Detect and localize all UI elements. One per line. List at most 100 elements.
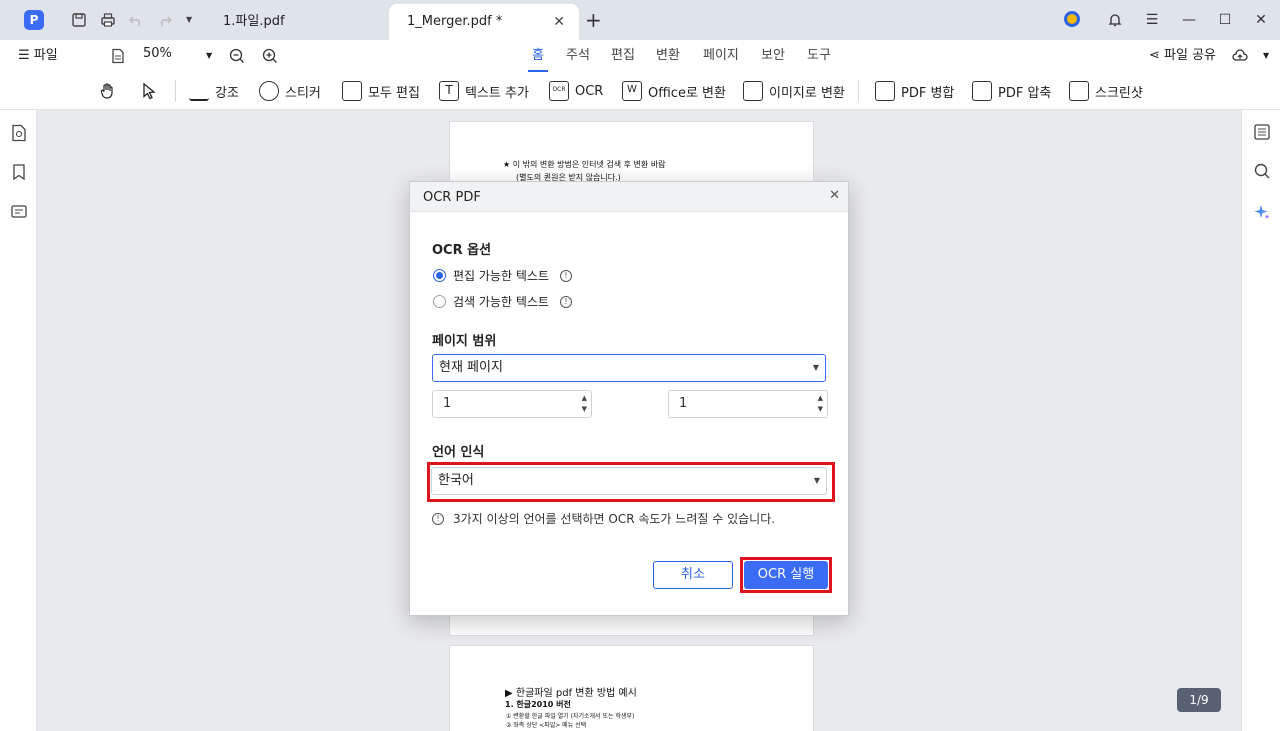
nav-tab-home[interactable]: 홈 (532, 46, 544, 66)
highlight-tool[interactable]: 강조 (189, 80, 239, 102)
dialog-close-icon[interactable]: ✕ (829, 188, 840, 203)
merge-pdf-tool[interactable]: PDF 병합 (875, 80, 954, 102)
bookmark-icon[interactable] (10, 163, 28, 181)
tab-file-1[interactable]: 1.파일.pdf (205, 4, 385, 40)
to-image-tool[interactable]: 이미지로 변환 (743, 80, 845, 102)
new-tab-icon[interactable]: + (585, 9, 602, 31)
radio-searchable[interactable] (433, 295, 446, 308)
share-icon: ⋖ (1149, 48, 1165, 63)
edit-all-tool[interactable]: 모두 편집 (342, 80, 420, 102)
cloud-dropdown-icon[interactable]: ▼ (1263, 46, 1269, 66)
select-cursor-icon[interactable] (140, 82, 158, 100)
language-title: 언어 인식 (432, 445, 485, 460)
nav-tab-page[interactable]: 페이지 (703, 46, 739, 66)
language-select[interactable]: 한국어 ▼ (431, 467, 827, 495)
compress-pdf-tool[interactable]: PDF 압축 (972, 80, 1051, 102)
app-logo[interactable]: P (24, 10, 44, 30)
text-icon: T (439, 81, 459, 101)
right-sidebar (1241, 110, 1280, 731)
zoom-dropdown-icon[interactable]: ▼ (206, 46, 212, 66)
minimize-icon[interactable]: — (1179, 10, 1199, 30)
info-icon[interactable]: ! (559, 269, 572, 282)
merge-icon (875, 81, 895, 101)
tool-label: PDF 병합 (901, 85, 955, 101)
stepper-arrows-icon[interactable]: ▲ ▼ (582, 393, 587, 415)
ocr-tool[interactable]: OCR OCR (549, 80, 603, 102)
properties-icon[interactable] (1253, 123, 1271, 141)
tool-label: 스티커 (285, 85, 321, 101)
tab-close-icon[interactable]: ✕ (553, 4, 565, 40)
hamburger-icon[interactable]: ☰ (1142, 10, 1162, 30)
close-icon[interactable]: ✕ (1251, 10, 1271, 30)
save-icon[interactable] (71, 12, 87, 28)
redo-icon[interactable] (157, 12, 173, 28)
tool-label: 스크린샷 (1095, 85, 1143, 101)
tool-bar: 강조 스티커 모두 편집 T 텍스트 추가 OCR OCR W Office로 변환 … (0, 72, 1280, 110)
language-value: 한국어 (438, 473, 474, 488)
hand-tool-icon[interactable] (99, 82, 117, 100)
edit-icon (342, 81, 362, 101)
image-icon (743, 81, 763, 101)
maximize-icon[interactable]: ☐ (1215, 10, 1235, 30)
page-text-line: ② 좌측 상단 <파일> 메뉴 선택 (506, 722, 587, 729)
ai-sparkle-icon[interactable] (1253, 203, 1271, 221)
compress-icon (972, 81, 992, 101)
title-bar: P ▼ 1.파일.pdf 1_Merger.pdf * ✕ + ☰ — ☐ ✕ (0, 0, 1280, 40)
zoom-in-icon[interactable] (262, 48, 278, 64)
search-icon[interactable] (1253, 162, 1271, 180)
dialog-header: OCR PDF ✕ (410, 182, 848, 212)
share-file-button[interactable]: ⋖ 파일 공유 (1149, 46, 1216, 66)
sticker-icon (259, 81, 279, 101)
page-view-icon[interactable] (110, 48, 126, 64)
screenshot-tool[interactable]: 스크린샷 (1069, 80, 1143, 102)
nav-tab-annotate[interactable]: 주석 (566, 46, 590, 66)
ocr-pdf-dialog: OCR PDF ✕ OCR 옵션 편집 가능한 텍스트 ! 검색 가능한 텍스트… (409, 181, 849, 616)
range-from-stepper[interactable]: 1 ▲ ▼ (432, 390, 592, 418)
highlight-icon (189, 81, 209, 101)
page-text-line: ★ 이 밖의 변환 방법은 인터넷 검색 후 변환 바람 (503, 160, 666, 169)
undo-icon[interactable] (128, 12, 144, 28)
add-text-tool[interactable]: T 텍스트 추가 (439, 80, 529, 102)
stepper-arrows-icon[interactable]: ▲ ▼ (818, 393, 823, 415)
tool-label: 모두 편집 (368, 85, 420, 101)
tool-label: 텍스트 추가 (465, 85, 529, 101)
ocr-options-title: OCR 옵션 (432, 243, 492, 258)
thumbnail-panel-icon[interactable] (10, 124, 28, 142)
print-icon[interactable] (100, 12, 116, 28)
avatar-icon[interactable] (1063, 10, 1081, 28)
zoom-out-icon[interactable] (229, 48, 245, 64)
cloud-upload-icon[interactable] (1232, 48, 1248, 64)
page-range-select[interactable]: 현재 페이지 ▼ (432, 354, 826, 382)
note-text: 3가지 이상의 언어를 선택하면 OCR 속도가 느려질 수 있습니다. (453, 512, 776, 526)
sticker-tool[interactable]: 스티커 (259, 80, 321, 102)
bell-icon[interactable] (1107, 12, 1123, 28)
option-label: 검색 가능한 텍스트 (453, 295, 549, 309)
page-text-line: 1. 한글2010 버전 (505, 700, 571, 709)
word-icon: W (622, 81, 642, 101)
toolbar-divider (175, 80, 176, 102)
cancel-button[interactable]: 취소 (653, 561, 733, 589)
page-text-line: ▶ 한글파일 pdf 변환 방법 예시 (505, 688, 637, 699)
nav-tab-security[interactable]: 보안 (761, 46, 785, 66)
nav-tab-tools[interactable]: 도구 (807, 46, 831, 66)
comment-panel-icon[interactable] (10, 203, 28, 221)
option-label: 편집 가능한 텍스트 (453, 269, 549, 283)
dropdown-icon[interactable]: ▼ (186, 12, 202, 28)
range-to-stepper[interactable]: 1 ▲ ▼ (668, 390, 828, 418)
page-indicator[interactable]: 1/9 (1177, 688, 1221, 712)
radio-editable[interactable] (433, 269, 446, 282)
tab-merger[interactable]: 1_Merger.pdf * ✕ (389, 4, 579, 40)
ocr-icon: OCR (549, 81, 569, 101)
tool-label: Office로 변환 (648, 85, 726, 101)
file-menu-button[interactable]: ☰ 파일 (18, 46, 58, 66)
tab-label: 1.파일.pdf (223, 14, 285, 29)
zoom-value[interactable]: 50% (143, 46, 172, 61)
option-editable-text[interactable]: 편집 가능한 텍스트 ! (433, 267, 572, 284)
info-icon[interactable]: ! (559, 295, 572, 308)
option-searchable-text[interactable]: 검색 가능한 텍스트 ! (433, 293, 572, 310)
toolbar-divider (858, 80, 859, 102)
to-office-tool[interactable]: W Office로 변환 (622, 80, 726, 102)
run-ocr-button[interactable]: OCR 실행 (744, 561, 828, 589)
nav-tab-convert[interactable]: 변환 (656, 46, 680, 66)
nav-tab-edit[interactable]: 편집 (611, 46, 635, 66)
